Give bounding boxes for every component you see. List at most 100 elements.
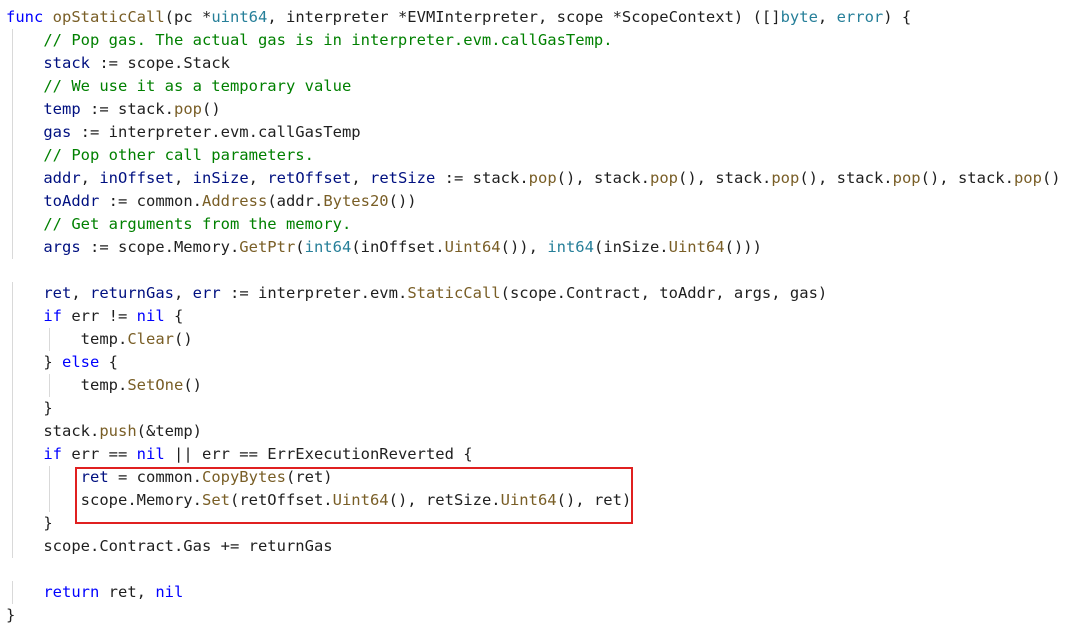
indent-guide: [12, 351, 13, 374]
code-token: push: [99, 422, 137, 440]
code-token: Clear: [127, 330, 174, 348]
code-token: // Get arguments from the memory.: [43, 215, 352, 233]
code-token: func: [6, 8, 53, 26]
code-token: if: [43, 307, 72, 325]
code-token: scope.Memory.: [80, 491, 202, 509]
code-token: (: [295, 238, 305, 256]
indent-guide: [12, 443, 13, 466]
code-token: ,: [71, 284, 90, 302]
code-token: inOffset: [99, 169, 174, 187]
code-token: (pc: [164, 8, 202, 26]
indent-guide: [12, 466, 13, 489]
indent-guide: [12, 282, 13, 305]
code-token: CopyBytes: [201, 468, 286, 486]
code-token: stack: [43, 54, 90, 72]
code-token: Uint64: [444, 238, 501, 256]
code-token: StaticCall: [407, 284, 501, 302]
code-token: err: [192, 284, 221, 302]
code-token: toAddr: [43, 192, 100, 210]
code-token: Uint64: [500, 491, 557, 509]
code-line: scope.Contract.Gas += returnGas: [6, 535, 1080, 558]
code-token: return: [43, 583, 109, 601]
code-block: func opStaticCall(pc *uint64, interprete…: [6, 6, 1080, 627]
indent-guide: [12, 52, 13, 75]
code-line: func opStaticCall(pc *uint64, interprete…: [6, 6, 1080, 29]
code-token: stack.: [43, 422, 100, 440]
code-token: Uint64: [668, 238, 725, 256]
code-token: (addr.: [267, 192, 324, 210]
code-token: nil: [155, 583, 184, 601]
code-line: args := scope.Memory.GetPtr(int64(inOffs…: [6, 236, 1080, 259]
code-token: ret: [80, 468, 109, 486]
code-token: Uint64: [332, 491, 389, 509]
code-line: return ret, nil: [6, 581, 1080, 604]
code-token: }: [43, 399, 53, 417]
code-line: temp.SetOne(): [6, 374, 1080, 397]
code-token: (inOffset.: [351, 238, 445, 256]
code-token: temp: [43, 100, 81, 118]
code-token: {: [99, 353, 118, 371]
code-token: // We use it as a temporary value: [43, 77, 352, 95]
code-token: else: [62, 353, 100, 371]
indent-guide: [12, 98, 13, 121]
indent-guide: [12, 489, 13, 512]
code-token: gas: [43, 123, 72, 141]
code-token: := interpreter.evm.callGasTemp: [71, 123, 361, 141]
code-token: ,: [248, 169, 268, 187]
code-line: }: [6, 397, 1080, 420]
code-token: byte: [780, 8, 818, 26]
code-token: nil: [136, 445, 165, 463]
code-line: stack.push(&temp): [6, 420, 1080, 443]
code-token: (): [201, 100, 221, 118]
code-token: Set: [201, 491, 230, 509]
indent-guide: [12, 374, 13, 397]
code-token: (), stack.: [677, 169, 772, 187]
indent-guide: [12, 397, 13, 420]
code-token: ret: [43, 284, 72, 302]
code-token: temp.: [80, 376, 128, 394]
code-line: // Pop gas. The actual gas is in interpr…: [6, 29, 1080, 52]
code-token: err ==: [71, 445, 137, 463]
code-token: := common.: [99, 192, 202, 210]
code-token: pop: [771, 169, 800, 187]
code-token: ,: [174, 284, 193, 302]
code-editor[interactable]: func opStaticCall(pc *uint64, interprete…: [0, 0, 1080, 631]
code-token: := scope.Memory.: [80, 238, 240, 256]
code-token: inSize: [192, 169, 249, 187]
code-line: stack := scope.Stack: [6, 52, 1080, 75]
code-token: (): [174, 330, 193, 348]
code-token: returnGas: [90, 284, 174, 302]
code-token: ,: [173, 169, 193, 187]
code-token: (), stack.: [799, 169, 893, 187]
code-line: }: [6, 512, 1080, 535]
code-token: int64: [547, 238, 594, 256]
code-token: SetOne: [127, 376, 184, 394]
code-line: toAddr := common.Address(addr.Bytes20()): [6, 190, 1080, 213]
code-token: uint64: [211, 8, 268, 26]
code-token: pop: [528, 169, 557, 187]
code-token: nil: [136, 307, 165, 325]
code-line: if err == nil || err == ErrExecutionReve…: [6, 443, 1080, 466]
indent-guide: [12, 213, 13, 236]
code-line: ret = common.CopyBytes(ret): [6, 466, 1080, 489]
code-token: (), stack.: [920, 169, 1014, 187]
code-token: temp.: [80, 330, 128, 348]
code-line: scope.Memory.Set(retOffset.Uint64(), ret…: [6, 489, 1080, 512]
indent-guide: [12, 512, 13, 535]
code-token: (scope.Contract, toAddr, args, gas): [500, 284, 828, 302]
indent-guide: [49, 328, 51, 351]
indent-guide: [12, 328, 13, 351]
code-line: if err != nil {: [6, 305, 1080, 328]
indent-guide: [49, 466, 51, 489]
indent-guide: [49, 489, 51, 512]
code-token: := scope.Stack: [90, 54, 230, 72]
code-token: pop: [892, 169, 921, 187]
code-line: // Pop other call parameters.: [6, 144, 1080, 167]
code-line: addr, inOffset, inSize, retOffset, retSi…: [6, 167, 1080, 190]
indent-guide: [12, 75, 13, 98]
code-token: // Pop other call parameters.: [43, 146, 314, 164]
indent-guide: [12, 305, 13, 328]
code-line: }: [6, 604, 1080, 627]
code-token: (): [183, 376, 202, 394]
